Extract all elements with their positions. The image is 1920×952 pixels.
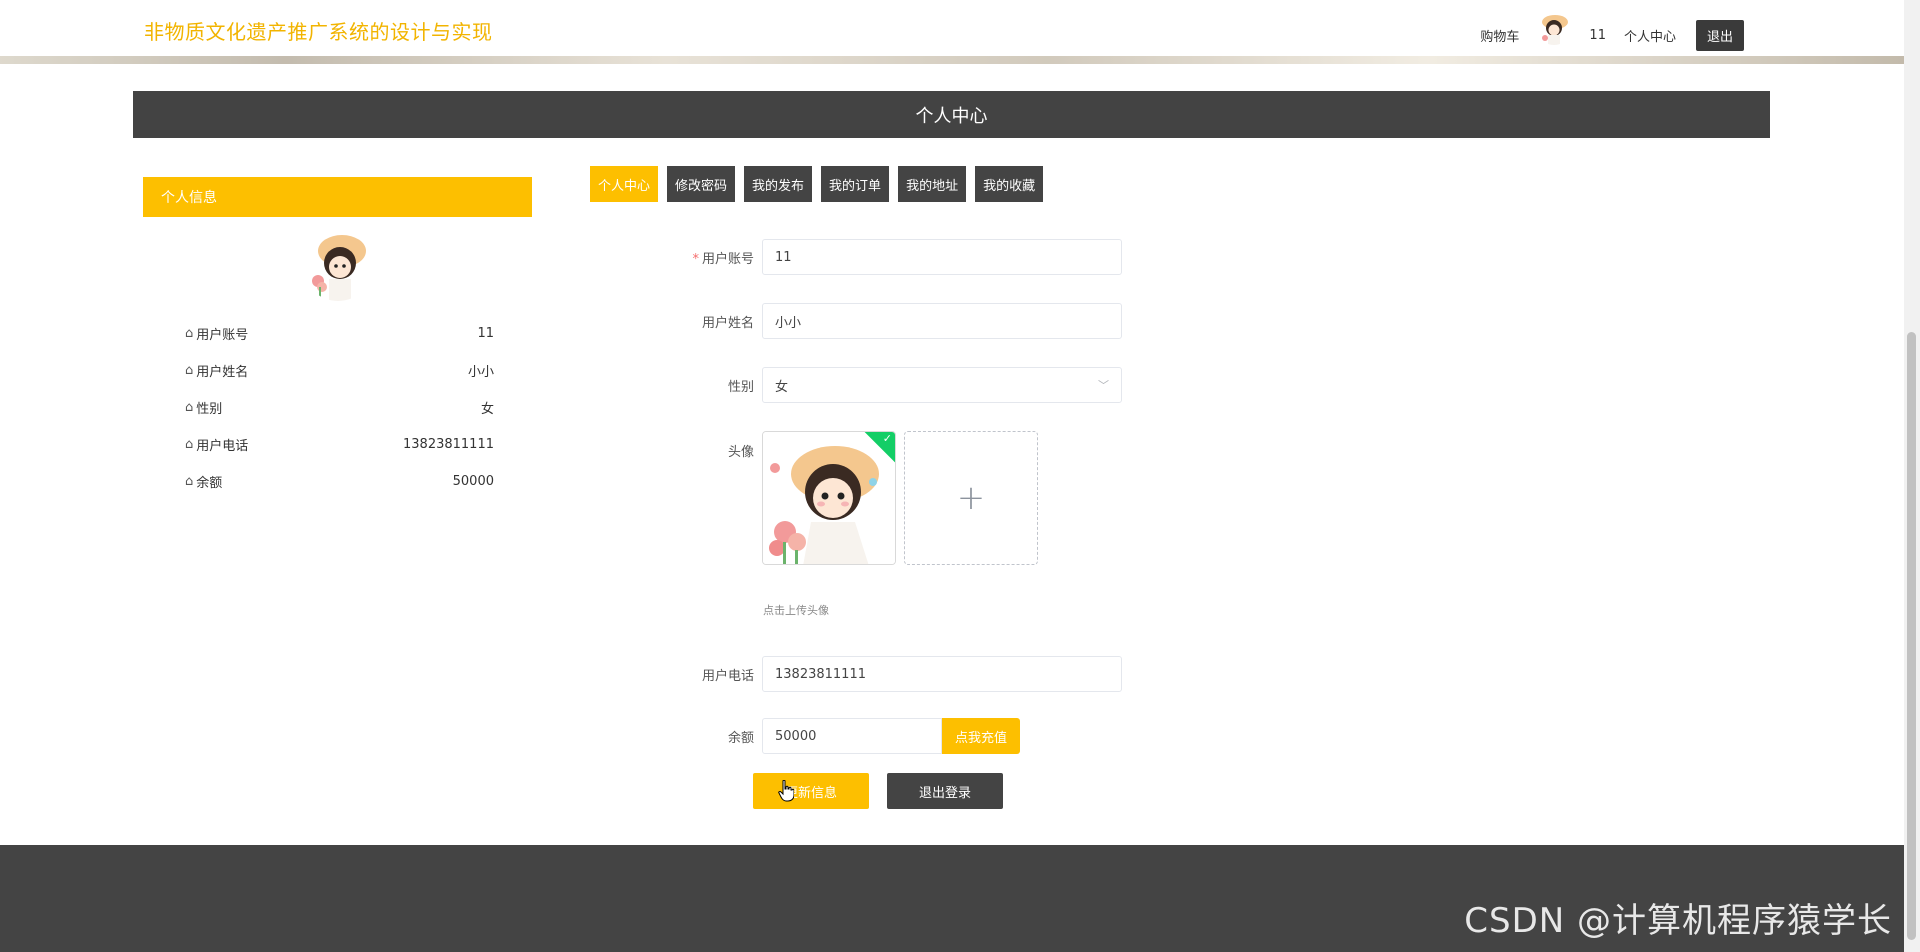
user-avatar[interactable] bbox=[1537, 11, 1572, 45]
info-label: 用户账号 bbox=[196, 328, 249, 343]
cart-link[interactable]: 购物车 bbox=[1480, 26, 1519, 45]
pointer-cursor-icon bbox=[778, 780, 794, 802]
info-row-balance: ⌂ 余额 50000 bbox=[143, 463, 532, 500]
account-input[interactable]: 11 bbox=[762, 239, 1122, 275]
info-row-gender: ⌂ 性别 女 bbox=[143, 389, 532, 426]
update-info-button[interactable]: 更新信息 bbox=[753, 773, 869, 809]
phone-input[interactable]: 13823811111 bbox=[762, 656, 1122, 692]
form-row-account: * 用户账号 11 bbox=[662, 239, 1122, 275]
info-row-phone: ⌂ 用户电话 13823811111 bbox=[143, 426, 532, 463]
info-value: 小小 bbox=[467, 365, 494, 380]
name-input[interactable]: 小小 bbox=[762, 303, 1122, 339]
upload-tip: 点击上传头像 bbox=[763, 604, 829, 617]
info-value: 11 bbox=[477, 326, 494, 341]
info-value: 50000 bbox=[452, 474, 494, 489]
phone-label: 用户电话 bbox=[701, 668, 754, 684]
avatar-upload-row: 头像 ✓ + bbox=[662, 431, 1038, 565]
avatar-upload-button[interactable]: + bbox=[904, 431, 1038, 565]
top-actions: 购物车 11 个人中心 退出 bbox=[1480, 11, 1744, 58]
account-label: * 用户账号 bbox=[692, 251, 754, 267]
footer: CSDN @计算机程序猿学长 bbox=[0, 845, 1904, 952]
home-icon: ⌂ bbox=[185, 400, 194, 415]
info-avatar bbox=[301, 229, 374, 301]
info-row-account: ⌂ 用户账号 11 bbox=[143, 315, 532, 352]
avatar-label: 头像 bbox=[727, 445, 754, 460]
tab-my-favorites[interactable]: 我的收藏 bbox=[975, 166, 1044, 202]
tab-my-address[interactable]: 我的地址 bbox=[898, 166, 967, 202]
chevron-down-icon: ﹀ bbox=[1098, 379, 1109, 392]
section-title: 个人中心 bbox=[915, 105, 988, 127]
header-logout-button[interactable]: 退出 bbox=[1695, 19, 1744, 51]
info-value: 13823811111 bbox=[403, 437, 494, 452]
gender-selected-value: 女 bbox=[775, 379, 789, 395]
info-panel-title: 个人信息 bbox=[143, 177, 532, 217]
balance-input[interactable]: 50000 bbox=[762, 718, 942, 754]
username: 11 bbox=[1589, 27, 1606, 43]
name-label: 用户姓名 bbox=[701, 315, 754, 331]
info-label: 用户电话 bbox=[196, 439, 249, 454]
profile-link[interactable]: 个人中心 bbox=[1624, 26, 1676, 45]
profile-tabs: 个人中心 修改密码 我的发布 我的订单 我的地址 我的收藏 bbox=[590, 166, 1044, 202]
page-scrollbar[interactable] bbox=[1904, 0, 1920, 952]
form-row-name: 用户姓名 小小 bbox=[662, 303, 1122, 339]
gender-select[interactable]: 女 ﹀ bbox=[762, 367, 1122, 403]
site-title[interactable]: 非物质文化遗产推广系统的设计与实现 bbox=[144, 16, 493, 45]
home-icon: ⌂ bbox=[185, 363, 194, 378]
tab-change-password[interactable]: 修改密码 bbox=[667, 166, 736, 202]
header-divider bbox=[0, 56, 1904, 64]
form-row-phone: 用户电话 13823811111 bbox=[662, 656, 1122, 692]
form-row-balance: 余额 50000 点我充值 bbox=[662, 718, 1020, 754]
info-label: 用户姓名 bbox=[196, 365, 249, 380]
tab-profile[interactable]: 个人中心 bbox=[590, 166, 659, 202]
balance-label: 余额 bbox=[727, 730, 754, 746]
info-value: 女 bbox=[480, 402, 494, 417]
gender-label: 性别 bbox=[727, 379, 754, 395]
check-icon: ✓ bbox=[882, 432, 892, 445]
info-label: 余额 bbox=[196, 476, 223, 491]
info-panel: 个人信息 ⌂ 用户账号 11 ⌂ 用户姓名 小小 ⌂ 性别 女 ⌂ 用户电话 13823… bbox=[143, 177, 532, 500]
home-icon: ⌂ bbox=[185, 474, 194, 489]
form-row-gender: 性别 女 ﹀ bbox=[662, 367, 1122, 403]
tab-my-posts[interactable]: 我的发布 bbox=[744, 166, 813, 202]
recharge-button[interactable]: 点我充值 bbox=[942, 718, 1020, 754]
avatar-preview[interactable]: ✓ bbox=[762, 431, 896, 565]
home-icon: ⌂ bbox=[185, 437, 194, 452]
top-header: 非物质文化遗产推广系统的设计与实现 购物车 11 个人中心 退出 bbox=[0, 0, 1904, 60]
logout-button[interactable]: 退出登录 bbox=[887, 773, 1003, 809]
info-label: 性别 bbox=[196, 402, 223, 417]
home-icon: ⌂ bbox=[185, 326, 194, 341]
scrollbar-thumb[interactable] bbox=[1907, 332, 1916, 940]
section-banner: 个人中心 bbox=[133, 91, 1770, 138]
info-row-name: ⌂ 用户姓名 小小 bbox=[143, 352, 532, 389]
tab-my-orders[interactable]: 我的订单 bbox=[821, 166, 890, 202]
watermark: CSDN @计算机程序猿学长 bbox=[1464, 901, 1892, 941]
